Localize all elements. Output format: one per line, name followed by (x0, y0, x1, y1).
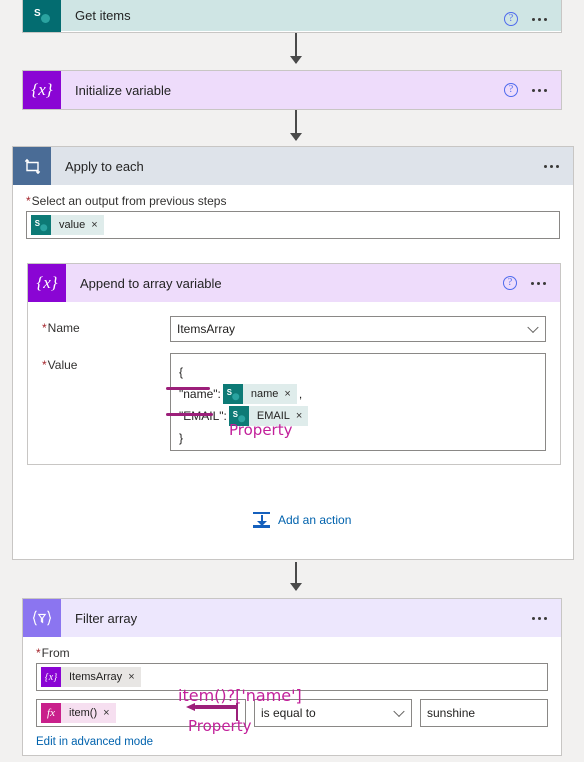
sharepoint-icon: S (31, 215, 51, 235)
value-line-open-brace: { (179, 365, 184, 379)
connector-arrow-2 (290, 110, 302, 141)
help-icon[interactable]: ? (504, 12, 518, 26)
token-chip-item[interactable]: fx item() × (41, 703, 116, 723)
step-header-append-to-array-variable[interactable]: {x} Append to array variable ? (28, 264, 560, 302)
flow-designer-canvas: S Get items ? {x} Initialize variable ? (0, 0, 584, 762)
loop-icon-svg (24, 158, 40, 174)
step-card-initialize-variable[interactable]: {x} Initialize variable ? (22, 70, 562, 110)
remove-token-icon[interactable]: × (296, 405, 302, 427)
annotation-underline-email (166, 413, 213, 416)
more-options-button[interactable] (532, 17, 553, 21)
fx-icon: fx (41, 703, 61, 723)
annotation-underline-name (166, 387, 210, 390)
value-line-name: "name": S name × , (179, 383, 537, 405)
more-options-button[interactable] (532, 616, 553, 620)
value-label: *Value (42, 358, 78, 372)
value-field-row: *Value { "name": S name × , "EMAIL": S E… (42, 353, 546, 451)
token-label: item() (69, 707, 98, 719)
variable-braces-icon: {x} (23, 71, 61, 109)
condition-value-input[interactable]: sunshine (420, 699, 548, 727)
token-chip-name[interactable]: S name × (222, 383, 297, 405)
step-card-apply-to-each[interactable]: Apply to each *Select an output from pre… (12, 146, 574, 560)
value-input[interactable]: { "name": S name × , "EMAIL": S EMAIL × … (170, 353, 546, 451)
required-marker: * (36, 646, 41, 660)
required-marker: * (26, 194, 31, 208)
step-title: Apply to each (65, 158, 144, 174)
add-an-action-label: Add an action (278, 513, 352, 527)
token-label: value (59, 219, 86, 231)
loop-icon (13, 147, 51, 185)
help-icon[interactable]: ? (504, 83, 518, 97)
required-marker: * (42, 321, 47, 335)
step-header-filter-array[interactable]: Filter array (23, 599, 561, 637)
step-header-get-items[interactable]: S Get items ? (23, 0, 561, 32)
sharepoint-icon: S (23, 0, 61, 32)
add-action-icon (253, 512, 270, 528)
step-card-get-items[interactable]: S Get items ? (22, 0, 562, 33)
json-key-email: "EMAIL": (179, 409, 227, 423)
condition-value: sunshine (427, 706, 476, 720)
json-comma: , (298, 387, 303, 401)
variable-braces-icon: {x} (28, 264, 66, 302)
add-an-action-button[interactable]: Add an action (253, 512, 351, 528)
name-label: *Name (42, 321, 80, 335)
operator-value: is equal to (261, 706, 316, 720)
name-field-row: *Name ItemsArray (42, 316, 546, 342)
token-chip-value[interactable]: S value × (31, 215, 104, 235)
select-output-input[interactable]: S value × (26, 211, 560, 239)
sharepoint-icon: S (222, 384, 243, 404)
name-input[interactable]: ItemsArray (170, 316, 546, 342)
connector-arrow-1 (290, 33, 302, 64)
annotation-arrow-filter (186, 703, 238, 711)
filter-braces-svg (32, 610, 52, 626)
step-header-initialize-variable[interactable]: {x} Initialize variable ? (23, 71, 561, 109)
more-options-button[interactable] (532, 88, 553, 92)
step-title: Get items (75, 8, 131, 23)
filter-braces-icon (23, 599, 61, 637)
step-title: Initialize variable (75, 82, 172, 98)
step-card-filter-array[interactable]: Filter array *From {x} ItemsArray × fx i… (22, 598, 562, 756)
step-title: Filter array (75, 610, 138, 626)
from-label: *From (36, 646, 70, 660)
required-marker: * (42, 358, 47, 372)
token-chip-itemsarray[interactable]: {x} ItemsArray × (41, 667, 141, 687)
step-title: Append to array variable (80, 275, 222, 291)
more-options-button[interactable] (544, 164, 565, 168)
step-card-append-to-array-variable[interactable]: {x} Append to array variable ? *Name Ite… (27, 263, 561, 465)
remove-token-icon[interactable]: × (91, 219, 97, 231)
remove-token-icon[interactable]: × (284, 383, 290, 405)
token-label: ItemsArray (69, 671, 123, 683)
annotation-property-append: Property (229, 421, 293, 439)
chevron-down-icon[interactable] (527, 321, 539, 334)
remove-token-icon[interactable]: × (103, 707, 109, 719)
select-output-label: *Select an output from previous steps (26, 194, 227, 208)
variable-braces-icon: {x} (41, 667, 61, 687)
chevron-down-icon[interactable] (393, 705, 405, 718)
token-label: name (250, 388, 279, 400)
remove-token-icon[interactable]: × (128, 671, 134, 683)
edit-in-advanced-mode-link[interactable]: Edit in advanced mode (36, 736, 548, 748)
more-options-button[interactable] (531, 281, 552, 285)
help-icon[interactable]: ? (503, 276, 517, 290)
annotation-property-filter: Property (188, 717, 252, 735)
name-value: ItemsArray (177, 322, 236, 336)
connector-arrow-3 (290, 562, 302, 591)
step-header-apply-to-each[interactable]: Apply to each (13, 147, 573, 185)
